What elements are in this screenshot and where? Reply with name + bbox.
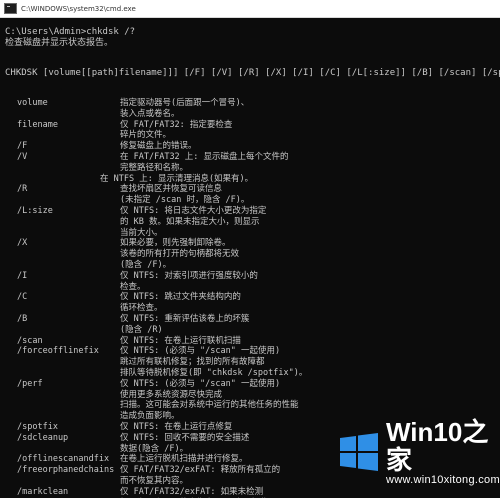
option-description: 指定驱动器号(后面跟一个冒号)、 [120, 98, 250, 108]
watermark-brand: Win10之家 [386, 417, 489, 475]
option-description: (隐含 /R) [120, 324, 163, 335]
option-description: 跳过所有联机修复；找到的所有故障都 [120, 357, 265, 368]
option-description: 碎片的文件。 [120, 130, 172, 141]
option-description: 仅 NTFS: 重新评估该卷上的坏簇 [120, 314, 250, 324]
option-description: 仅 NTFS: 跳过文件夹结构内的 [120, 292, 241, 303]
option-description: 仅 FAT/FAT32/exFAT: 释放所有孤立的 [120, 465, 281, 476]
watermark: Win10之家 www.win10xitong.com [338, 412, 500, 492]
option-name: /C [17, 292, 28, 303]
option-description: 仅 NTFS: (必须与 "/scan" 一起使用) [120, 378, 281, 389]
option-description: 完整路径和名称。 [120, 162, 189, 173]
option-name: /perf [17, 378, 43, 389]
option-description: 在 NTFS 上: 显示清理消息(如果有)。 [100, 173, 254, 184]
option-name: volume [17, 98, 48, 108]
option-description: 修复磁盘上的错误。 [120, 141, 197, 152]
option-name: /scan [17, 335, 43, 346]
option-name: /offlinescanandfix [17, 454, 110, 465]
intro-text: 检查磁盘并显示状态报告。 [5, 38, 114, 48]
watermark-url: www.win10xitong.com [386, 474, 500, 486]
option-description: 仅 NTFS: (必须与 "/scan" 一起使用) [120, 346, 281, 357]
option-name: /sdcleanup [17, 432, 69, 443]
option-name: /spotfix [17, 422, 58, 432]
option-description: 仅 FAT/FAT32/exFAT: 如果未检测 [120, 486, 264, 497]
option-description: 仅 NTFS: 对索引项进行强度较小的 [120, 270, 258, 281]
window-title: C:\WINDOWS\system32\cmd.exe [21, 4, 136, 13]
option-description: (隐含 /F)。 [120, 260, 172, 270]
option-description: 在卷上运行脱机扫描并进行修复。 [120, 454, 248, 465]
option-name: /R [17, 184, 28, 195]
windows-logo-icon [338, 432, 380, 472]
option-description: 循环检查。 [120, 303, 163, 314]
option-description: 查找坏扇区并恢复可读信息 [120, 184, 223, 195]
option-description: 当前大小。 [120, 227, 163, 238]
option-description: 仅 NTFS: 在卷上运行联机扫描 [120, 335, 241, 346]
option-description: 扫描。这可能会对系统中运行的其他任务的性能 [120, 400, 299, 411]
option-description: 仅 FAT/FAT32: 指定要检查 [120, 119, 233, 130]
option-name: /freeorphanedchains [17, 465, 115, 476]
option-description: 仅 NTFS: 在卷上运行点修复 [120, 422, 233, 432]
window-titlebar[interactable]: C:\WINDOWS\system32\cmd.exe [0, 0, 500, 18]
option-description: 使用更多系统资源尽快完成 [120, 389, 223, 400]
option-name: /F [17, 141, 28, 152]
option-description: 仅 NTFS: 将日志文件大小更改为指定 [120, 206, 267, 216]
option-description: 装入点或卷名。 [120, 108, 180, 119]
cmd-icon [4, 3, 17, 14]
option-description: 数据(隐含 /F)。 [120, 443, 189, 454]
option-name: filename [17, 119, 58, 130]
option-description: 检查。 [120, 281, 146, 292]
option-description: 仅 NTFS: 回收不需要的安全描述 [120, 432, 250, 443]
option-description: 的 KB 数。如果未指定大小，则显示 [120, 216, 260, 227]
option-name: /I [17, 270, 28, 281]
option-name: /forceofflinefix [17, 346, 99, 357]
option-description: 排队等待脱机修复(即 "chkdsk /spotfix")。 [120, 368, 308, 378]
option-name: /X [17, 238, 28, 249]
option-description: 如果必要，则先强制卸除卷。 [120, 238, 231, 249]
option-description: 造成负面影响。 [120, 411, 180, 422]
option-name: /markclean [17, 486, 69, 497]
option-description: 该卷的所有打开的句柄都将无效 [120, 249, 240, 260]
option-description: 在 FAT/FAT32 上: 显示磁盘上每个文件的 [120, 152, 289, 162]
option-name: /V [17, 152, 28, 162]
option-name: /B [17, 314, 28, 324]
option-description: 而不恢复其内容。 [120, 476, 189, 486]
option-description: (未指定 /scan 时，隐含 /F)。 [120, 195, 250, 206]
syntax-line: CHKDSK [volume[[path]filename]]] [/F] [/… [5, 68, 500, 78]
command-prompt-line: C:\Users\Admin>chkdsk /? [5, 27, 136, 37]
option-name: /L:size [17, 206, 53, 216]
